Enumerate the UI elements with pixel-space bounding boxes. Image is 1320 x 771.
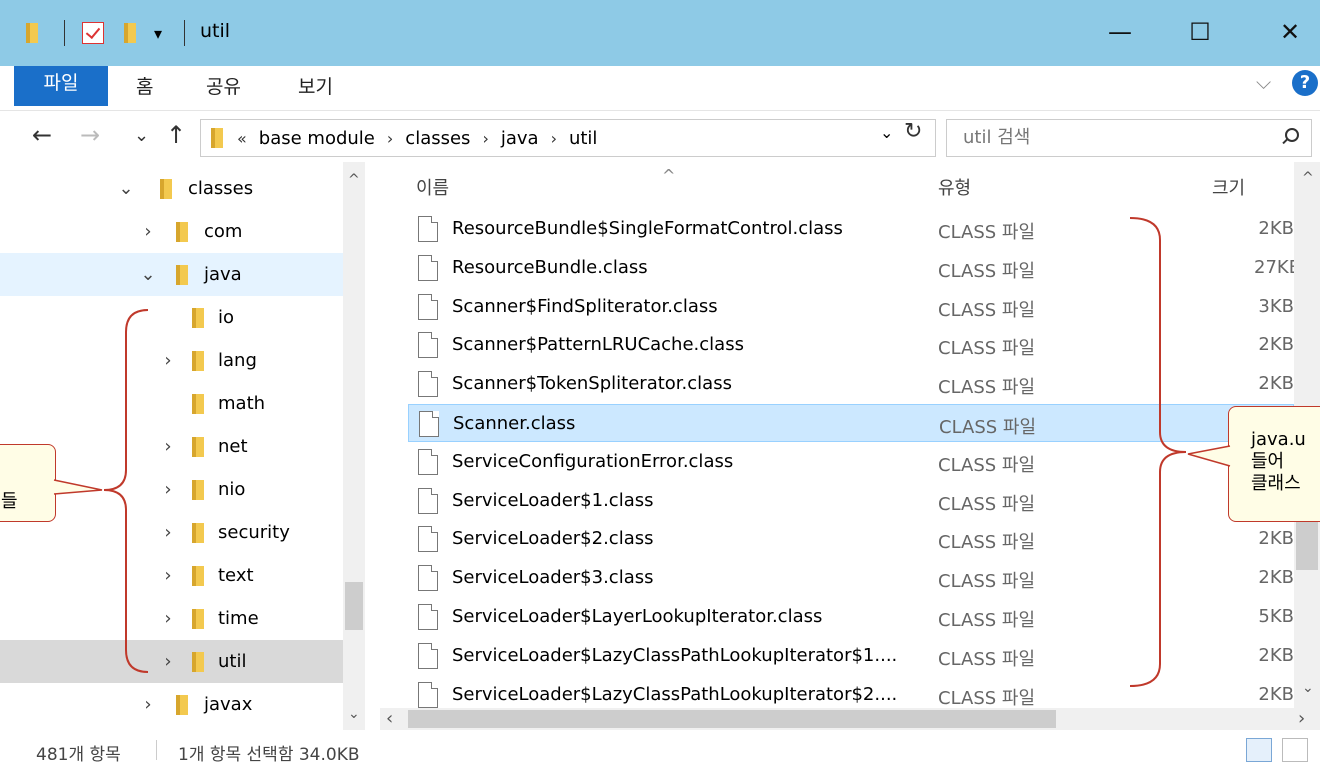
right-callout-pointer bbox=[1187, 445, 1231, 467]
annotation-brackets bbox=[53, 217, 1231, 687]
left-callout-pointer bbox=[53, 479, 103, 495]
right-brace bbox=[1129, 217, 1187, 687]
left-brace bbox=[103, 309, 149, 673]
